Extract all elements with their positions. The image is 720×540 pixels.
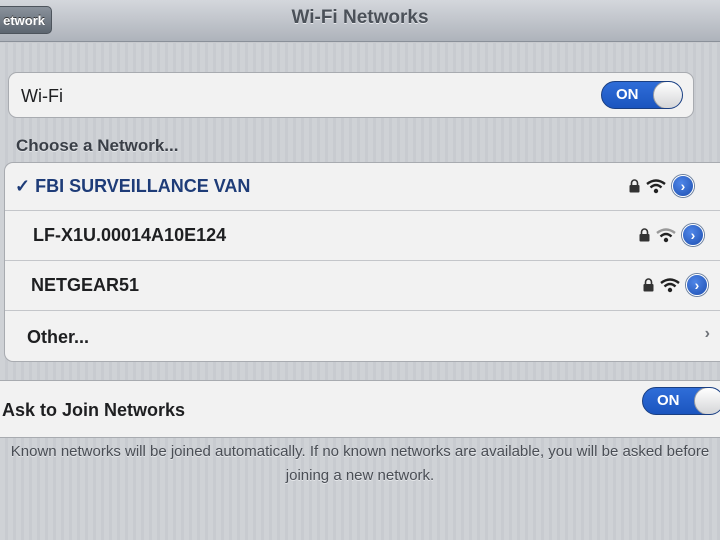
toggle-knob (694, 388, 720, 414)
ask-toggle-label: ON (657, 392, 680, 409)
lock-icon (639, 228, 650, 242)
ask-to-join-toggle[interactable]: ON (642, 387, 720, 415)
network-list: ✓ FBI SURVEILLANCE VAN › LF-X1U.00014A10… (4, 162, 720, 362)
chevron-right-circle-icon[interactable]: › (686, 274, 708, 296)
network-row[interactable]: ✓ FBI SURVEILLANCE VAN › (5, 163, 720, 211)
network-row[interactable]: NETGEAR51 › (5, 261, 720, 311)
chevron-right-circle-icon[interactable]: › (682, 224, 704, 246)
lock-icon (643, 278, 654, 292)
wifi-signal-icon (656, 227, 676, 242)
network-name: LF-X1U.00014A10E124 (33, 225, 227, 245)
ask-to-join-row: Ask to Join Networks ON (0, 381, 720, 437)
network-name: ✓ FBI SURVEILLANCE VAN (15, 176, 251, 196)
wifi-signal-icon (646, 178, 666, 193)
wifi-toggle-group: Wi-Fi ON (8, 72, 694, 118)
navigation-bar: etwork Wi-Fi Networks (0, 0, 720, 42)
wifi-toggle-label: ON (616, 86, 639, 103)
page-title: Wi-Fi Networks (291, 7, 429, 28)
ask-to-join-label: Ask to Join Networks (2, 399, 186, 420)
ask-to-join-description: Known networks will be joined automatica… (10, 443, 710, 484)
toggle-knob (653, 82, 682, 108)
wifi-label: Wi-Fi (21, 85, 63, 106)
network-status: › (629, 175, 694, 197)
choose-network-header: Choose a Network... (16, 136, 179, 155)
chevron-right-icon: › (704, 325, 710, 342)
network-row[interactable]: LF-X1U.00014A10E124 › (5, 211, 720, 261)
network-status: › (639, 224, 704, 246)
chevron-right-circle-icon[interactable]: › (672, 175, 694, 197)
network-name: NETGEAR51 (31, 275, 140, 295)
lock-icon (629, 179, 640, 193)
other-network-label: Other... (27, 326, 90, 347)
other-network-row[interactable]: Other... › (5, 311, 720, 361)
ask-to-join-group: Ask to Join Networks ON (0, 380, 720, 438)
wifi-signal-icon (660, 277, 680, 292)
wifi-toggle[interactable]: ON (601, 81, 683, 109)
network-status: › (643, 274, 708, 296)
wifi-row: Wi-Fi ON (9, 73, 693, 117)
